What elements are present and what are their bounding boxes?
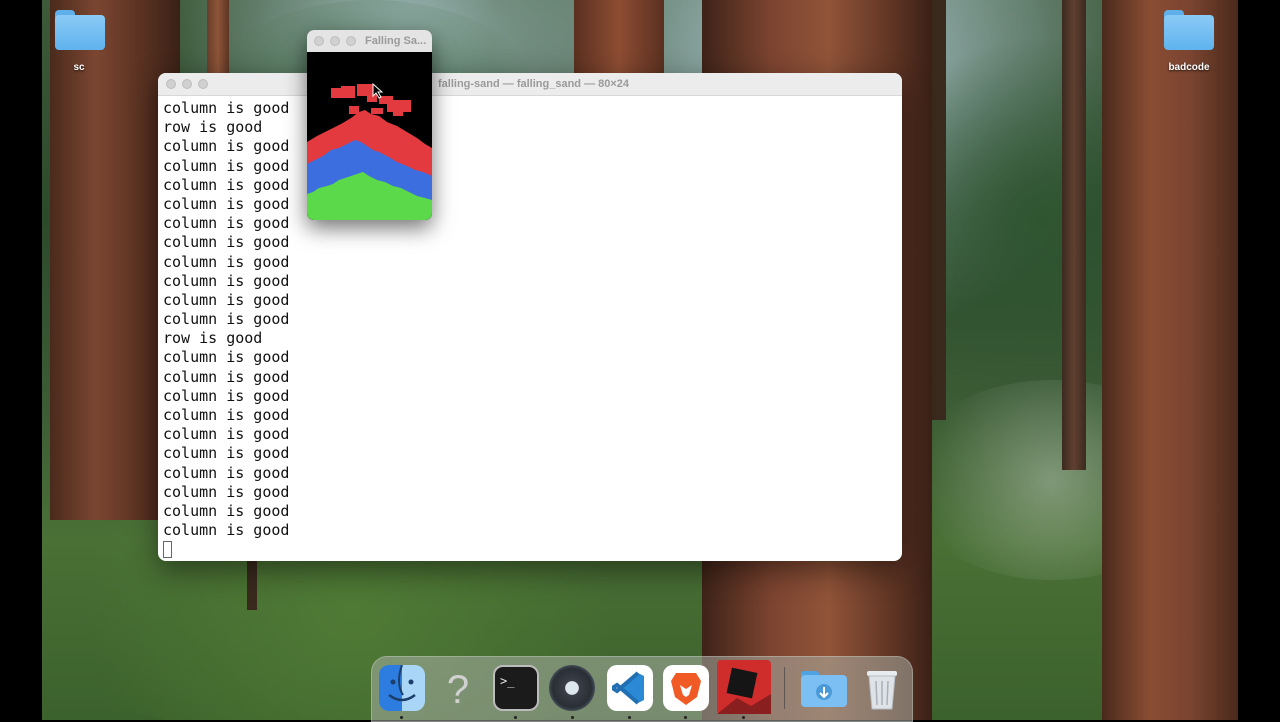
sand-simulation-canvas[interactable] [307,52,432,220]
running-indicator [571,716,574,719]
running-indicator [628,716,631,719]
falling-sand-app-icon[interactable] [717,660,771,714]
terminal-line: column is good [163,367,290,386]
terminal-line: column is good [163,233,290,252]
running-indicator [400,716,403,719]
folder-icon[interactable] [1164,10,1214,50]
terminal-line: column is good [163,252,290,271]
text-cursor [163,541,172,559]
terminal-line: column is good [163,521,290,540]
tree-trunk [1102,0,1238,720]
tree-trunk [247,560,257,610]
running-indicator [742,716,745,719]
falling-sand-title: Falling Sa... [365,35,427,47]
terminal-line: column is good [163,444,290,463]
quicktime-icon[interactable] [549,665,595,711]
dock-separator [784,667,785,709]
terminal-line: column is good [163,425,290,444]
terminal-output[interactable]: column is good row is good column is good c… [158,96,902,560]
desktop-folder-label[interactable]: badcode [1149,62,1229,73]
falling-sand-titlebar[interactable]: Falling Sa... [307,30,432,52]
downloads-folder-icon[interactable] [799,665,847,711]
tree-trunk [932,0,946,420]
terminal-prompt[interactable] [163,540,902,559]
terminal-line: column is good [163,271,290,290]
terminal-line: column is good [163,310,290,329]
falling-sand-window[interactable]: Falling Sa... [307,30,432,220]
terminal-line: column is good [163,137,290,156]
close-button[interactable] [314,36,324,46]
terminal-line: column is good [163,348,290,367]
vscode-icon[interactable] [607,665,653,711]
terminal-line: column is good [163,214,290,233]
folder-icon[interactable] [55,10,105,50]
tree-trunk [1062,0,1086,470]
terminal-line: column is good [163,175,290,194]
terminal-line: column is good [163,290,290,309]
dock: ? >_ [371,656,913,722]
desktop-folder-label[interactable]: sc [39,62,119,73]
svg-text:?: ? [447,668,469,711]
terminal-line: row is good [163,329,263,348]
terminal-icon[interactable]: >_ [493,665,539,711]
running-indicator [684,716,687,719]
running-indicator [514,716,517,719]
terminal-line: column is good [163,156,290,175]
terminal-line: column is good [163,194,290,213]
terminal-line: row is good [163,118,263,137]
zoom-button[interactable] [346,36,356,46]
minimize-button[interactable] [182,79,192,89]
close-button[interactable] [166,79,176,89]
zoom-button[interactable] [198,79,208,89]
terminal-title: falling-sand — falling_sand — 80×24 [438,78,630,90]
tree-trunk [574,0,664,80]
terminal-window[interactable]: falling-sand — falling_sand — 80×24 colu… [158,73,902,561]
terminal-line: column is good [163,463,290,482]
brave-icon[interactable] [663,665,709,711]
terminal-line: column is good [163,406,290,424]
finder-icon[interactable] [379,665,425,711]
svg-text:>_: >_ [500,674,515,688]
terminal-line: column is good [163,482,290,501]
minimize-button[interactable] [330,36,340,46]
trash-icon[interactable] [859,665,905,711]
terminal-line: column is good [163,386,290,405]
terminal-titlebar[interactable]: falling-sand — falling_sand — 80×24 [158,73,902,96]
terminal-line: column is good [163,99,290,117]
terminal-line: column is good [163,501,290,520]
help-icon[interactable]: ? [435,665,481,712]
